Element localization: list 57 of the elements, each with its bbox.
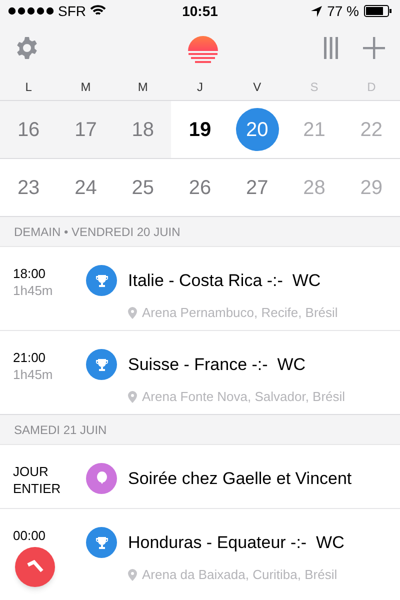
columns-view-button[interactable] bbox=[323, 37, 339, 59]
calendar-day[interactable]: 29 bbox=[360, 172, 383, 202]
calendar-day[interactable]: 19 bbox=[188, 114, 212, 144]
clock-time: 10:51 bbox=[182, 2, 218, 20]
calendar-day[interactable]: 24 bbox=[74, 172, 97, 202]
calendar-day[interactable]: 28 bbox=[303, 172, 326, 202]
plus-icon bbox=[363, 37, 385, 59]
signal-icon bbox=[8, 7, 54, 15]
carrier-name: SFR bbox=[58, 2, 86, 20]
location-pin-icon bbox=[128, 568, 137, 581]
trophy-icon bbox=[94, 536, 108, 550]
location-arrow-icon bbox=[311, 6, 322, 16]
trophy-icon bbox=[94, 358, 108, 372]
event-time: 21:00 bbox=[13, 349, 47, 366]
sunrise-logo bbox=[188, 33, 218, 63]
event-time: 18:00 bbox=[13, 265, 47, 282]
battery-icon bbox=[364, 5, 392, 17]
weekday-label: S bbox=[309, 79, 320, 96]
location-pin-icon bbox=[128, 306, 137, 319]
calendar-day[interactable]: 26 bbox=[188, 172, 212, 202]
today-button[interactable] bbox=[15, 547, 55, 587]
event-row[interactable]: 18:00 1h45m Italie - Costa Rica -:- WC Arena Pernambuco, Recife, Brésil bbox=[0, 246, 400, 330]
calendar-day[interactable]: 20 bbox=[236, 108, 279, 151]
settings-icon bbox=[15, 36, 39, 60]
event-time: 00:00 bbox=[13, 527, 47, 544]
section-header: DEMAIN • VENDREDI 20 JUIN bbox=[0, 216, 400, 246]
event-title: Honduras - Equateur -:- WC bbox=[128, 532, 344, 554]
trophy-icon bbox=[94, 274, 108, 288]
event-duration: 1h45m bbox=[13, 282, 54, 299]
calendar-day[interactable]: 21 bbox=[303, 114, 326, 144]
calendar-day[interactable]: 27 bbox=[246, 172, 268, 202]
calendar-day[interactable]: 23 bbox=[17, 172, 40, 202]
wifi-icon bbox=[90, 5, 106, 17]
event-title: Suisse - France -:- WC bbox=[128, 354, 306, 376]
weekday-label: M bbox=[80, 79, 92, 96]
event-time: JOUR ENTIER bbox=[13, 463, 62, 497]
section-header: SAMEDI 21 JUIN bbox=[0, 414, 400, 444]
event-location: Arena Pernambuco, Recife, Brésil bbox=[142, 304, 338, 322]
calendar-day[interactable]: 25 bbox=[132, 172, 154, 202]
weekday-label: V bbox=[252, 79, 262, 96]
event-title: Italie - Costa Rica -:- WC bbox=[128, 270, 321, 292]
weekday-label: M bbox=[136, 79, 149, 96]
calendar-day[interactable]: 22 bbox=[360, 114, 383, 144]
battery-percent: 77 % bbox=[327, 2, 359, 20]
weekday-label: L bbox=[24, 79, 33, 96]
event-location: Arena Fonte Nova, Salvador, Brésil bbox=[142, 388, 346, 406]
columns-icon bbox=[323, 37, 339, 59]
event-location: Arena da Baixada, Curitiba, Brésil bbox=[142, 566, 338, 584]
balloon-icon bbox=[94, 470, 108, 486]
event-title: Soirée chez Gaelle et Vincent bbox=[128, 468, 352, 490]
weekday-label: J bbox=[196, 79, 204, 96]
settings-button[interactable] bbox=[15, 36, 39, 60]
add-button[interactable] bbox=[363, 37, 385, 59]
event-row[interactable]: JOUR ENTIER Soirée chez Gaelle et Vincent bbox=[0, 444, 400, 508]
location-pin-icon bbox=[128, 390, 137, 403]
weekday-label: D bbox=[366, 79, 377, 96]
event-duration: 1h45m bbox=[13, 366, 54, 383]
